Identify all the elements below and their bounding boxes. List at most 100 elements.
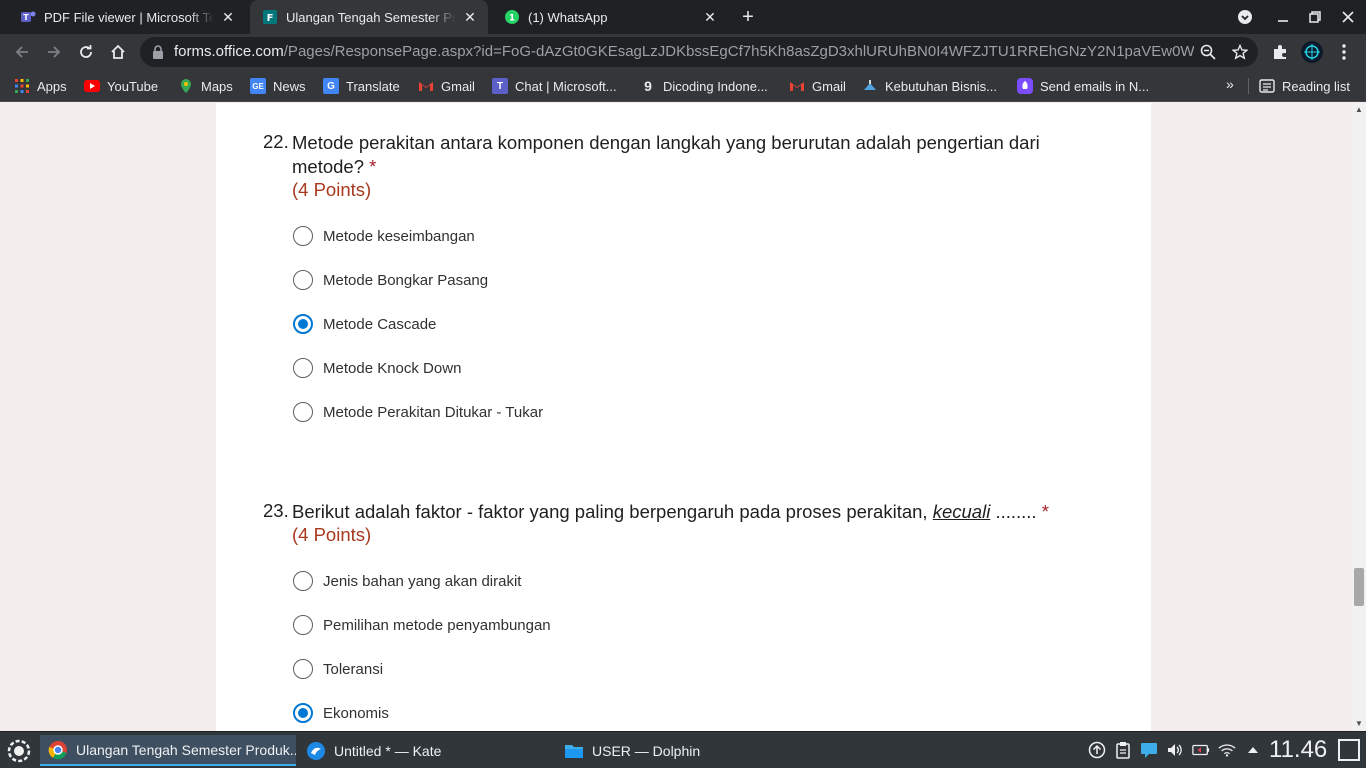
reload-button[interactable] xyxy=(72,38,100,66)
task-label: Ulangan Tengah Semester Produk... xyxy=(76,741,296,758)
svg-text:1: 1 xyxy=(509,14,515,24)
option-toleransi[interactable]: Toleransi xyxy=(293,658,383,680)
page-viewport: 22. Metode perakitan antara komponen den… xyxy=(0,103,1352,731)
home-button[interactable] xyxy=(104,38,132,66)
bookmark-gmail-2[interactable]: Gmail xyxy=(789,77,846,95)
forward-button[interactable] xyxy=(40,38,68,66)
gmail-icon xyxy=(418,78,434,94)
reading-list-button[interactable]: Reading list xyxy=(1259,77,1350,95)
maps-icon xyxy=(178,78,194,94)
chrome-menu-icon[interactable] xyxy=(1334,42,1354,62)
radio-button[interactable] xyxy=(293,571,313,591)
bookmark-label: Gmail xyxy=(812,78,846,94)
scrollbar-thumb[interactable] xyxy=(1354,568,1364,606)
task-chrome[interactable]: Ulangan Tengah Semester Produk... xyxy=(40,735,296,766)
task-kate[interactable]: Untitled * — Kate xyxy=(298,735,554,766)
url-host: forms.office.com xyxy=(174,43,284,60)
system-clock[interactable]: 11.46 xyxy=(1269,736,1327,764)
battery-icon[interactable] xyxy=(1192,741,1210,759)
bookmark-label: Send emails in N... xyxy=(1040,78,1150,94)
bookmark-apps[interactable]: Apps xyxy=(14,77,67,95)
bookmark-kebutuhan-bisnis[interactable]: Kebutuhan Bisnis... xyxy=(862,77,997,95)
scroll-up-arrow-icon[interactable]: ▲ xyxy=(1352,103,1366,117)
bookmarks-overflow-button[interactable]: » xyxy=(1226,76,1234,92)
profile-avatar[interactable] xyxy=(1300,40,1324,64)
show-desktop-button[interactable] xyxy=(1338,739,1360,761)
bookmark-maps[interactable]: Maps xyxy=(178,77,233,95)
volume-icon[interactable] xyxy=(1166,741,1184,759)
zoom-icon[interactable] xyxy=(1198,42,1218,62)
bookmark-star-icon[interactable] xyxy=(1230,42,1250,62)
close-icon[interactable]: ✕ xyxy=(220,9,236,25)
clipboard-icon[interactable] xyxy=(1114,741,1132,759)
bookmark-send-emails[interactable]: Send emails in N... xyxy=(1017,77,1149,95)
option-metode-perakitan-ditukar[interactable]: Metode Perakitan Ditukar - Tukar xyxy=(293,401,543,423)
question-text: Berikut adalah faktor - faktor yang pali… xyxy=(292,500,1082,524)
option-ekonomis[interactable]: Ekonomis xyxy=(293,702,389,724)
radio-button[interactable] xyxy=(293,615,313,635)
url-text: forms.office.com/Pages/ResponsePage.aspx… xyxy=(174,43,1194,60)
option-label: Metode Knock Down xyxy=(323,359,462,377)
radio-button-selected[interactable] xyxy=(293,314,313,334)
browser-tab-strip: T PDF File viewer | Microsoft Teams ✕ F … xyxy=(0,0,1366,34)
application-launcher-icon[interactable] xyxy=(4,736,34,766)
option-label: Jenis bahan yang akan dirakit xyxy=(323,572,522,590)
bookmark-dicoding[interactable]: 9 Dicoding Indone... xyxy=(640,77,768,95)
page-scrollbar[interactable]: ▲ ▼ xyxy=(1352,103,1366,731)
bookmark-label: Translate xyxy=(346,78,400,94)
tab-pdf-viewer[interactable]: T PDF File viewer | Microsoft Teams ✕ xyxy=(8,0,246,34)
wifi-icon[interactable] xyxy=(1218,741,1236,759)
bookmark-translate[interactable]: G Translate xyxy=(323,77,400,95)
task-dolphin[interactable]: USER — Dolphin xyxy=(556,735,812,766)
bookmark-chat-microsoft[interactable]: T Chat | Microsoft... xyxy=(492,77,617,95)
minimize-button[interactable] xyxy=(1272,6,1294,28)
radio-button[interactable] xyxy=(293,226,313,246)
radio-button[interactable] xyxy=(293,659,313,679)
back-button[interactable] xyxy=(8,38,36,66)
lock-icon xyxy=(152,45,164,59)
apps-grid-icon xyxy=(14,78,30,94)
bookmarks-bar: Apps YouTube Maps GE News G Translate Gm… xyxy=(0,70,1366,102)
extensions-icon[interactable] xyxy=(1270,42,1290,62)
teams-icon: T xyxy=(20,9,36,25)
close-window-button[interactable] xyxy=(1337,6,1359,28)
whatsapp-icon: 1 xyxy=(504,9,520,25)
bookmark-label: Chat | Microsoft... xyxy=(515,78,617,94)
tab-title: PDF File viewer | Microsoft Teams xyxy=(44,9,214,25)
scroll-down-arrow-icon[interactable]: ▼ xyxy=(1352,717,1366,731)
radio-button[interactable] xyxy=(293,270,313,290)
option-metode-bongkar-pasang[interactable]: Metode Bongkar Pasang xyxy=(293,269,488,291)
bookmark-news[interactable]: GE News xyxy=(250,77,306,95)
close-icon[interactable]: ✕ xyxy=(702,9,718,25)
tab-whatsapp[interactable]: 1 (1) WhatsApp ✕ xyxy=(492,0,728,34)
news-icon: GE xyxy=(250,78,266,94)
tab-forms[interactable]: F Ulangan Tengah Semester Produktif ✕ xyxy=(250,0,488,34)
close-icon[interactable]: ✕ xyxy=(462,9,478,25)
option-metode-cascade[interactable]: Metode Cascade xyxy=(293,313,436,335)
option-metode-keseimbangan[interactable]: Metode keseimbangan xyxy=(293,225,475,247)
notifications-icon[interactable] xyxy=(1140,741,1158,759)
system-taskbar: Ulangan Tengah Semester Produk... Untitl… xyxy=(0,731,1366,768)
option-label: Ekonomis xyxy=(323,704,389,722)
teams-icon: T xyxy=(492,78,508,94)
dolphin-folder-icon xyxy=(564,741,584,761)
new-tab-button[interactable]: + xyxy=(737,6,759,28)
question-number: 23. xyxy=(263,500,289,521)
radio-button[interactable] xyxy=(293,358,313,378)
restore-button[interactable] xyxy=(1304,6,1326,28)
radio-button[interactable] xyxy=(293,402,313,422)
business-icon xyxy=(862,78,878,94)
tab-search-button[interactable] xyxy=(1234,6,1256,28)
radio-button-selected[interactable] xyxy=(293,703,313,723)
bookmark-youtube[interactable]: YouTube xyxy=(84,77,158,95)
option-metode-knock-down[interactable]: Metode Knock Down xyxy=(293,357,461,379)
gmail-icon xyxy=(789,78,805,94)
option-pemilihan-metode[interactable]: Pemilihan metode penyambungan xyxy=(293,614,551,636)
option-jenis-bahan[interactable]: Jenis bahan yang akan dirakit xyxy=(293,570,521,592)
bookmark-gmail[interactable]: Gmail xyxy=(418,77,475,95)
url-path: /Pages/ResponsePage.aspx?id=FoG-dAzGt0GK… xyxy=(283,43,1194,60)
tray-expand-icon[interactable] xyxy=(1244,741,1262,759)
task-label: USER — Dolphin xyxy=(592,742,701,759)
address-bar[interactable]: forms.office.com/Pages/ResponsePage.aspx… xyxy=(140,37,1258,67)
update-notifier-icon[interactable] xyxy=(1088,741,1106,759)
